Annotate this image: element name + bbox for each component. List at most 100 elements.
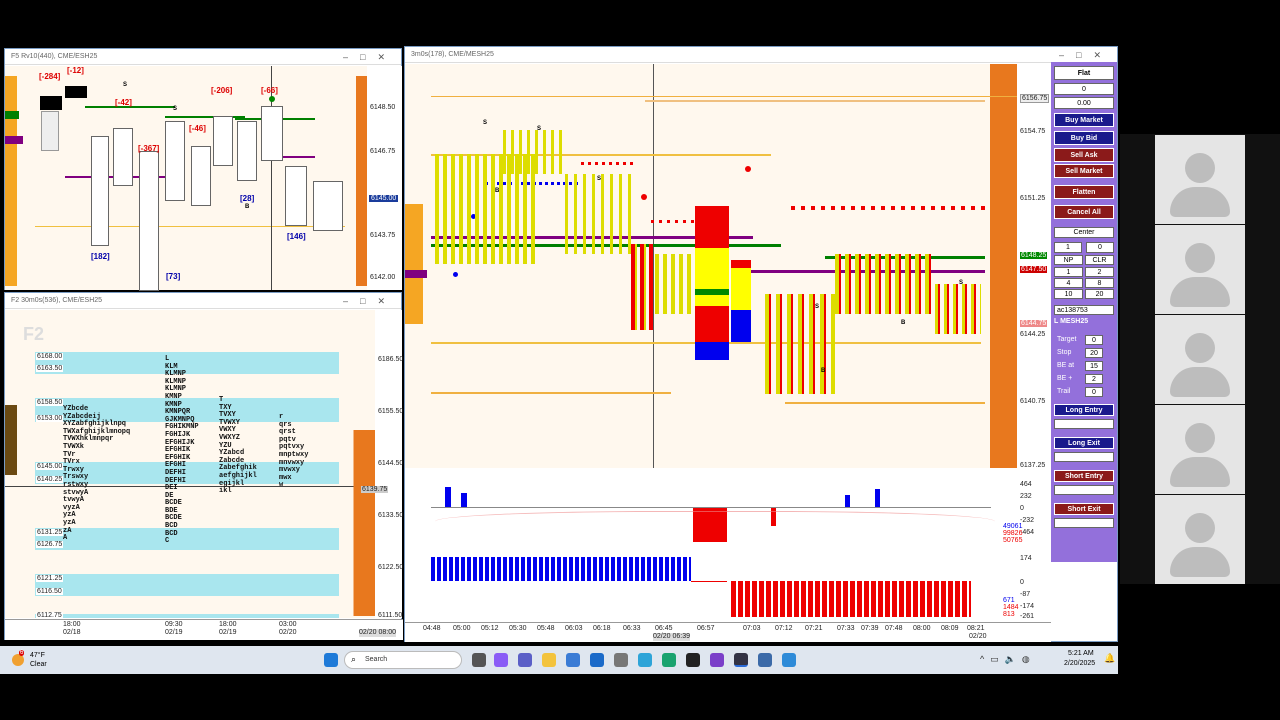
app-icon[interactable] xyxy=(638,653,652,667)
participant-tile[interactable] xyxy=(1155,135,1245,224)
account-select[interactable]: ac138753 xyxy=(1054,305,1114,315)
sell-ask-button[interactable]: Sell Ask xyxy=(1054,148,1114,162)
teams-icon[interactable] xyxy=(518,653,532,667)
price-axis: 6156.75 6154.75 6151.25 6148.25 6147.50 … xyxy=(1017,64,1051,469)
long-exit-select[interactable] xyxy=(1054,452,1114,462)
file-explorer-icon[interactable] xyxy=(542,653,556,667)
window-title: F2 30m0s(536), CME/ESH25 xyxy=(11,297,103,304)
notification-icon[interactable]: 🔔 xyxy=(1104,653,1115,664)
delta-indicator[interactable] xyxy=(405,471,1017,543)
window-title: 3m0s(178), CME/MESH25 xyxy=(411,51,494,58)
participant-tile[interactable] xyxy=(1155,315,1245,404)
long-entry-select[interactable] xyxy=(1054,419,1114,429)
task-view-icon[interactable] xyxy=(472,653,486,667)
sell-marker: S xyxy=(537,126,542,132)
price-axis: 6148.50 6146.75 6143.75 6142.00 6145.00 xyxy=(367,66,402,290)
buy-marker: B xyxy=(495,188,500,194)
short-entry-button[interactable]: Short Entry xyxy=(1054,470,1114,482)
mail-icon[interactable] xyxy=(590,653,604,667)
last-price: 6145.00 xyxy=(369,195,399,202)
app-icon[interactable] xyxy=(782,653,796,667)
store-icon[interactable] xyxy=(566,653,580,667)
search-icon: ⌕ xyxy=(351,654,357,664)
center-button[interactable]: Center xyxy=(1054,227,1114,238)
delta-label: [-206] xyxy=(211,86,233,95)
volume-axis: 174 0 -87 -174 -261 671 1484 813 xyxy=(1003,545,1051,621)
short-exit-button[interactable]: Short Exit xyxy=(1054,503,1114,515)
cancel-all-button[interactable]: Cancel All xyxy=(1054,205,1114,219)
trail-input[interactable]: 0 xyxy=(1085,387,1103,397)
title-bar[interactable]: F5 Rv10(440), CME/ESH25 –□✕ xyxy=(5,49,401,65)
qty-8-button[interactable]: 8 xyxy=(1085,278,1114,288)
delta-label: [-66] xyxy=(261,86,278,95)
chart-label: F2 xyxy=(23,324,45,344)
breakeven-plus-input[interactable]: 2 xyxy=(1085,374,1103,384)
sell-marker: S xyxy=(597,176,602,182)
qty-4-button[interactable]: 4 xyxy=(1054,278,1083,288)
tpo-profile-4: r qrs qrst pqtv pqtvxy mnptwxy mnvwxy mv… xyxy=(279,413,309,490)
window-controls[interactable]: –□✕ xyxy=(343,49,397,65)
clock-time[interactable]: 5:21 AM xyxy=(1068,650,1094,657)
sell-market-button[interactable]: Sell Market xyxy=(1054,164,1114,178)
footprint-chart[interactable]: [-284] [-12] [-42] [-367] [-46] [-206] [… xyxy=(5,66,367,291)
system-tray-icons[interactable]: ^▭🔈◍ xyxy=(980,654,1036,665)
windows-start-icon[interactable] xyxy=(324,653,338,667)
np-button[interactable]: NP xyxy=(1054,255,1083,265)
weather-widget[interactable]: 6 47°F Clear xyxy=(12,650,62,670)
long-exit-button[interactable]: Long Exit xyxy=(1054,437,1114,449)
avatar-icon xyxy=(1185,513,1215,543)
title-bar[interactable]: 3m0s(178), CME/MESH25 –□✕ xyxy=(405,47,1117,63)
title-bar[interactable]: F2 30m0s(536), CME/ESH25 –□✕ xyxy=(5,293,401,309)
window-controls[interactable]: –□✕ xyxy=(1059,47,1113,63)
app-icon[interactable] xyxy=(686,653,700,667)
tpo-profile-3: T TXY TVXY TVWXY VWXY VWXYZ YZU YZabcd Z… xyxy=(219,396,257,496)
volume-indicator[interactable] xyxy=(405,545,1017,621)
stop-input[interactable]: 20 xyxy=(1085,348,1103,358)
short-exit-select[interactable] xyxy=(1054,518,1114,528)
qty-2-button[interactable]: 2 xyxy=(1085,267,1114,277)
active-app-icon[interactable] xyxy=(734,653,748,667)
long-entry-button[interactable]: Long Entry xyxy=(1054,404,1114,416)
target-input[interactable]: 0 xyxy=(1085,335,1103,345)
search-box[interactable]: ⌕ Search xyxy=(344,651,462,669)
clock-date[interactable]: 2/20/2025 xyxy=(1064,660,1095,667)
edge-icon[interactable] xyxy=(662,653,676,667)
indicator-axis: 464 232 0 -232 -464 49061 99826 50765 xyxy=(1003,471,1051,544)
delta-label: [-46] xyxy=(189,124,206,133)
qty-input[interactable]: 1 xyxy=(1054,242,1082,253)
delta-label: [-12] xyxy=(67,66,84,75)
qty-input-2[interactable]: 0 xyxy=(1086,242,1114,253)
short-entry-select[interactable] xyxy=(1054,485,1114,495)
qty-1-button[interactable]: 1 xyxy=(1054,267,1083,277)
tpo-profile-2: L KLM KLMNP KLMNP KLMNP KMNP KMNP KMNPQR… xyxy=(165,355,199,546)
copilot-icon[interactable] xyxy=(494,653,508,667)
position-pnl: 0.00 xyxy=(1054,97,1114,109)
sell-marker: S xyxy=(483,120,488,126)
window-controls[interactable]: –□✕ xyxy=(343,293,397,309)
symbol-label: L MESH25 xyxy=(1054,318,1089,325)
app-icon[interactable] xyxy=(758,653,772,667)
avatar-icon xyxy=(1185,153,1215,183)
position-status: Flat xyxy=(1054,66,1114,80)
participant-tile[interactable] xyxy=(1155,405,1245,494)
flatten-button[interactable]: Flatten xyxy=(1054,185,1114,199)
buy-bid-button[interactable]: Buy Bid xyxy=(1054,131,1114,145)
qty-10-button[interactable]: 10 xyxy=(1054,289,1083,299)
price-chart[interactable]: S S S S S B B B xyxy=(405,64,1021,468)
sell-marker: S xyxy=(959,280,964,286)
trade-panel: Flat 0 0.00 Buy Market Buy Bid Sell Ask … xyxy=(1051,62,1117,562)
settings-icon[interactable] xyxy=(614,653,628,667)
clr-button[interactable]: CLR xyxy=(1085,255,1114,265)
time-axis: 18:00 02/18 09:30 02/19 18:00 02/19 03:00 02… xyxy=(5,619,403,640)
participant-tile[interactable] xyxy=(1155,225,1245,314)
breakeven-input[interactable]: 15 xyxy=(1085,361,1103,371)
avatar-icon xyxy=(1185,243,1215,273)
participant-tile[interactable] xyxy=(1155,495,1245,584)
qty-20-button[interactable]: 20 xyxy=(1085,289,1114,299)
visual-studio-icon[interactable] xyxy=(710,653,724,667)
window-title: F5 Rv10(440), CME/ESH25 xyxy=(11,53,98,60)
tpo-chart[interactable]: F2 6168.00 6163.50 6158.50 6153.00 6145.… xyxy=(5,310,375,619)
buy-market-button[interactable]: Buy Market xyxy=(1054,113,1114,127)
buy-marker: B xyxy=(821,368,826,374)
buy-marker: B xyxy=(245,204,250,210)
